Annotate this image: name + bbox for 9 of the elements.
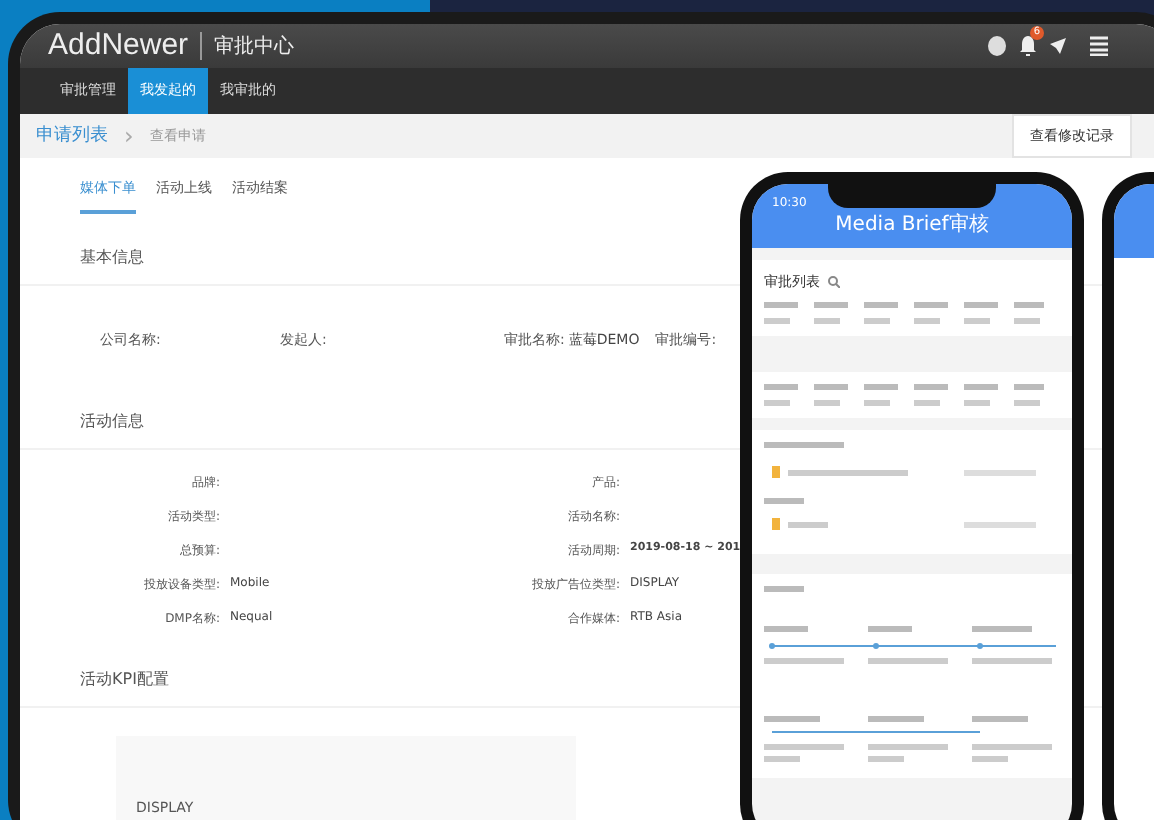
bell-icon[interactable] [1018,33,1038,58]
breadcrumb-separator: › [124,121,134,150]
search-icon[interactable] [828,276,840,288]
phone-title: Media Brief审核 [833,211,991,238]
send-icon[interactable] [1050,37,1066,54]
menu-icon[interactable] [1090,35,1108,56]
app-title: 审批中心 [200,31,295,60]
app-logo: AddNewer [48,28,189,63]
avatar-icon[interactable] [988,35,1006,56]
